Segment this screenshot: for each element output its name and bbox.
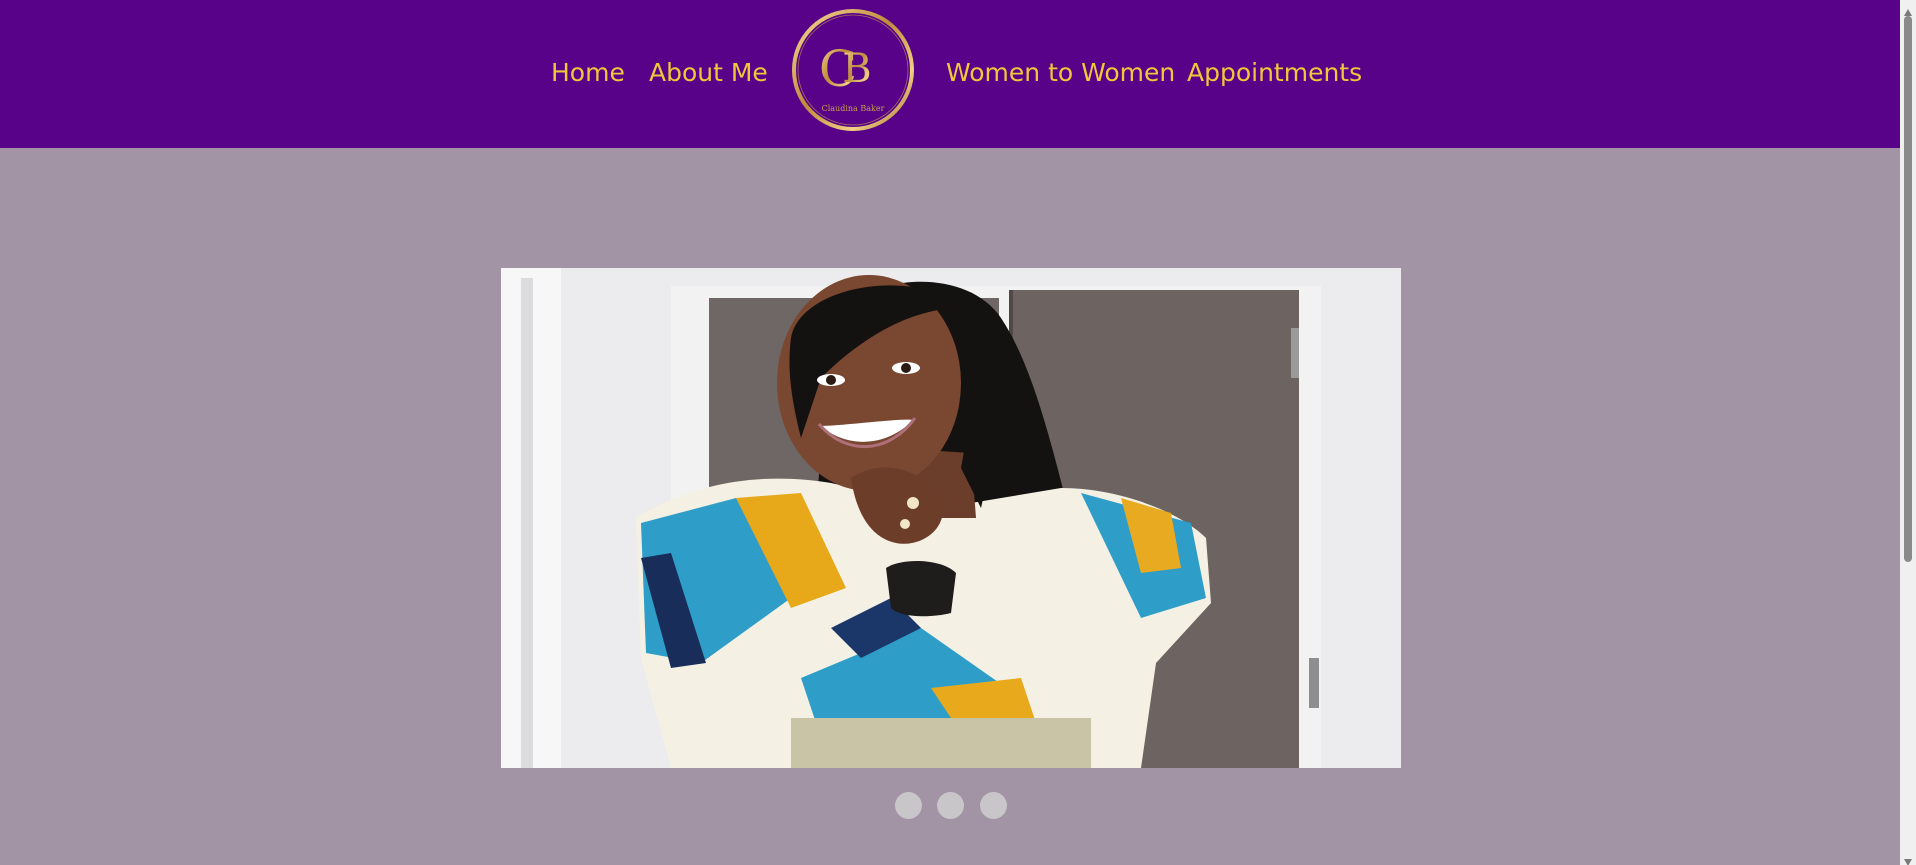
- page: Home About Me C B Claudina Baker Women t…: [0, 0, 1916, 865]
- triangle-up-icon[interactable]: [1903, 3, 1913, 16]
- logo-letter-b: B: [842, 46, 871, 92]
- nav-appointments[interactable]: Appointments: [1187, 56, 1362, 90]
- slider-dot-2[interactable]: [937, 792, 964, 819]
- vertical-scrollbar[interactable]: [1900, 0, 1916, 865]
- site-header: Home About Me C B Claudina Baker Women t…: [0, 0, 1900, 148]
- slider-dot-1[interactable]: [895, 792, 922, 819]
- nav-about-me[interactable]: About Me: [649, 56, 768, 90]
- logo-emblem: C B Claudina Baker: [792, 9, 914, 131]
- scrollbar-thumb[interactable]: [1904, 16, 1912, 562]
- logo[interactable]: C B Claudina Baker: [791, 8, 915, 132]
- slider-dot-3[interactable]: [980, 792, 1007, 819]
- hero-slide-image: [501, 268, 1401, 768]
- nav-home[interactable]: Home: [551, 56, 625, 90]
- logo-name: Claudina Baker: [822, 104, 885, 113]
- hero-photo: [501, 268, 1401, 768]
- nav-women-to-women[interactable]: Women to Women: [946, 56, 1175, 90]
- triangle-down-icon[interactable]: [1903, 852, 1913, 865]
